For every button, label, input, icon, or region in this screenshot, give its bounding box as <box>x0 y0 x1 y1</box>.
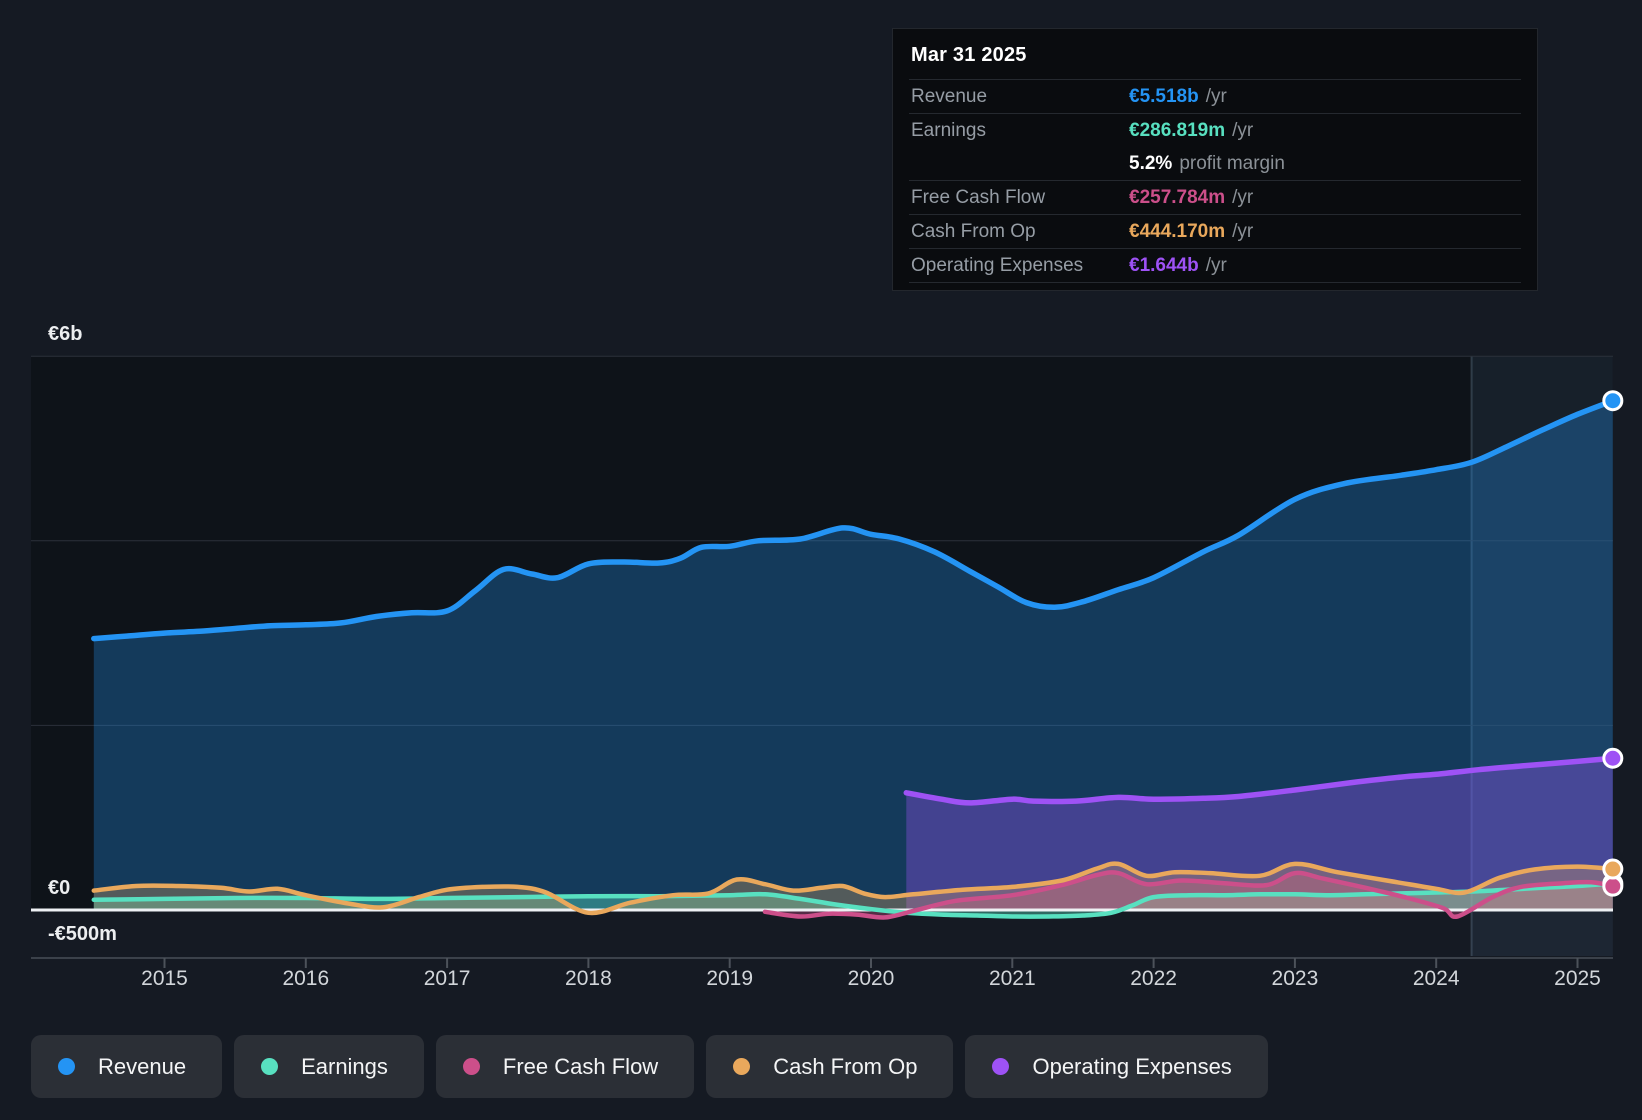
legend-item-cash-from-op[interactable]: Cash From Op <box>706 1035 953 1098</box>
tooltip-rows: Revenue€5.518b/yrEarnings€286.819m/yr5.2… <box>893 79 1537 283</box>
operating-expenses-end-marker[interactable] <box>1604 749 1622 767</box>
y-tick-label--0: €0 <box>48 877 70 899</box>
x-tick-label-2020: 2020 <box>848 967 895 990</box>
x-tick-label-2016: 2016 <box>282 967 329 990</box>
tooltip-row-value: €5.518b <box>1129 86 1199 108</box>
legend-item-free-cash-flow[interactable]: Free Cash Flow <box>436 1035 694 1098</box>
x-tick-label-2018: 2018 <box>565 967 612 990</box>
tooltip-row-suffix: /yr <box>1206 86 1227 108</box>
tooltip-row-suffix: /yr <box>1206 255 1227 277</box>
legend-dot-operating-expenses <box>992 1058 1009 1075</box>
tooltip-bottom-divider <box>909 282 1521 283</box>
tooltip-row-cash-from-op: Cash From Op€444.170m/yr <box>909 214 1521 248</box>
legend-item-earnings[interactable]: Earnings <box>234 1035 424 1098</box>
legend-label: Earnings <box>301 1054 388 1080</box>
tooltip-row-earnings: Earnings€286.819m/yr <box>909 113 1521 147</box>
tooltip-row-profit-margin: 5.2% profit margin <box>909 147 1521 180</box>
x-tick-label-2015: 2015 <box>141 967 188 990</box>
legend-dot-earnings <box>261 1058 278 1075</box>
legend-label: Free Cash Flow <box>503 1054 658 1080</box>
tooltip-row-label: Cash From Op <box>911 221 1129 243</box>
x-tick-label-2019: 2019 <box>706 967 753 990</box>
tooltip-row-value: €257.784m <box>1129 187 1225 209</box>
cash-from-op-end-marker[interactable] <box>1604 860 1622 878</box>
tooltip-row-label: Earnings <box>911 120 1129 142</box>
x-tick-label-2017: 2017 <box>424 967 471 990</box>
chart-canvas: 2015 2016 2017 2018 2019 2020 2021 2022 2023 2024… <box>0 0 1642 1120</box>
y-tick-label--500m: -€500m <box>48 923 117 945</box>
tooltip-row-free-cash-flow: Free Cash Flow€257.784m/yr <box>909 180 1521 214</box>
revenue-end-marker[interactable] <box>1604 392 1622 410</box>
tooltip-row-value: 5.2% <box>1129 153 1172 175</box>
legend-item-revenue[interactable]: Revenue <box>31 1035 222 1098</box>
x-tick-label-2025: 2025 <box>1554 967 1601 990</box>
tooltip-date: Mar 31 2025 <box>893 29 1537 79</box>
tooltip-row-label: Operating Expenses <box>911 255 1129 277</box>
tooltip-row-label: Revenue <box>911 86 1129 108</box>
tooltip-row-operating-expenses: Operating Expenses€1.644b/yr <box>909 248 1521 282</box>
x-tick-label-2023: 2023 <box>1272 967 1319 990</box>
tooltip-row-suffix: /yr <box>1232 187 1253 209</box>
tooltip-row-suffix: /yr <box>1232 120 1253 142</box>
tooltip-row-value: €286.819m <box>1129 120 1225 142</box>
legend-dot-revenue <box>58 1058 75 1075</box>
x-tick-label-2022: 2022 <box>1130 967 1177 990</box>
free-cash-flow-end-marker[interactable] <box>1604 877 1622 895</box>
legend-dot-free-cash-flow <box>463 1058 480 1075</box>
legend-label: Cash From Op <box>773 1054 917 1080</box>
legend-label: Revenue <box>98 1054 186 1080</box>
legend-label: Operating Expenses <box>1032 1054 1231 1080</box>
legend-dot-cash-from-op <box>733 1058 750 1075</box>
tooltip-row-value: €1.644b <box>1129 255 1199 277</box>
tooltip-row-revenue: Revenue€5.518b/yr <box>909 79 1521 113</box>
legend: Revenue Earnings Free Cash Flow Cash From O… <box>31 1035 1268 1098</box>
tooltip-panel: Mar 31 2025 Revenue€5.518b/yrEarnings€28… <box>892 28 1538 291</box>
tooltip-row-label: Free Cash Flow <box>911 187 1129 209</box>
tooltip-row-suffix: /yr <box>1232 221 1253 243</box>
legend-item-operating-expenses[interactable]: Operating Expenses <box>965 1035 1267 1098</box>
x-tick-label-2024: 2024 <box>1413 967 1460 990</box>
tooltip-row-suffix: profit margin <box>1179 153 1285 175</box>
x-tick-label-2021: 2021 <box>989 967 1036 990</box>
tooltip-row-value: €444.170m <box>1129 221 1225 243</box>
y-tick-label--6b: €6b <box>48 323 82 345</box>
